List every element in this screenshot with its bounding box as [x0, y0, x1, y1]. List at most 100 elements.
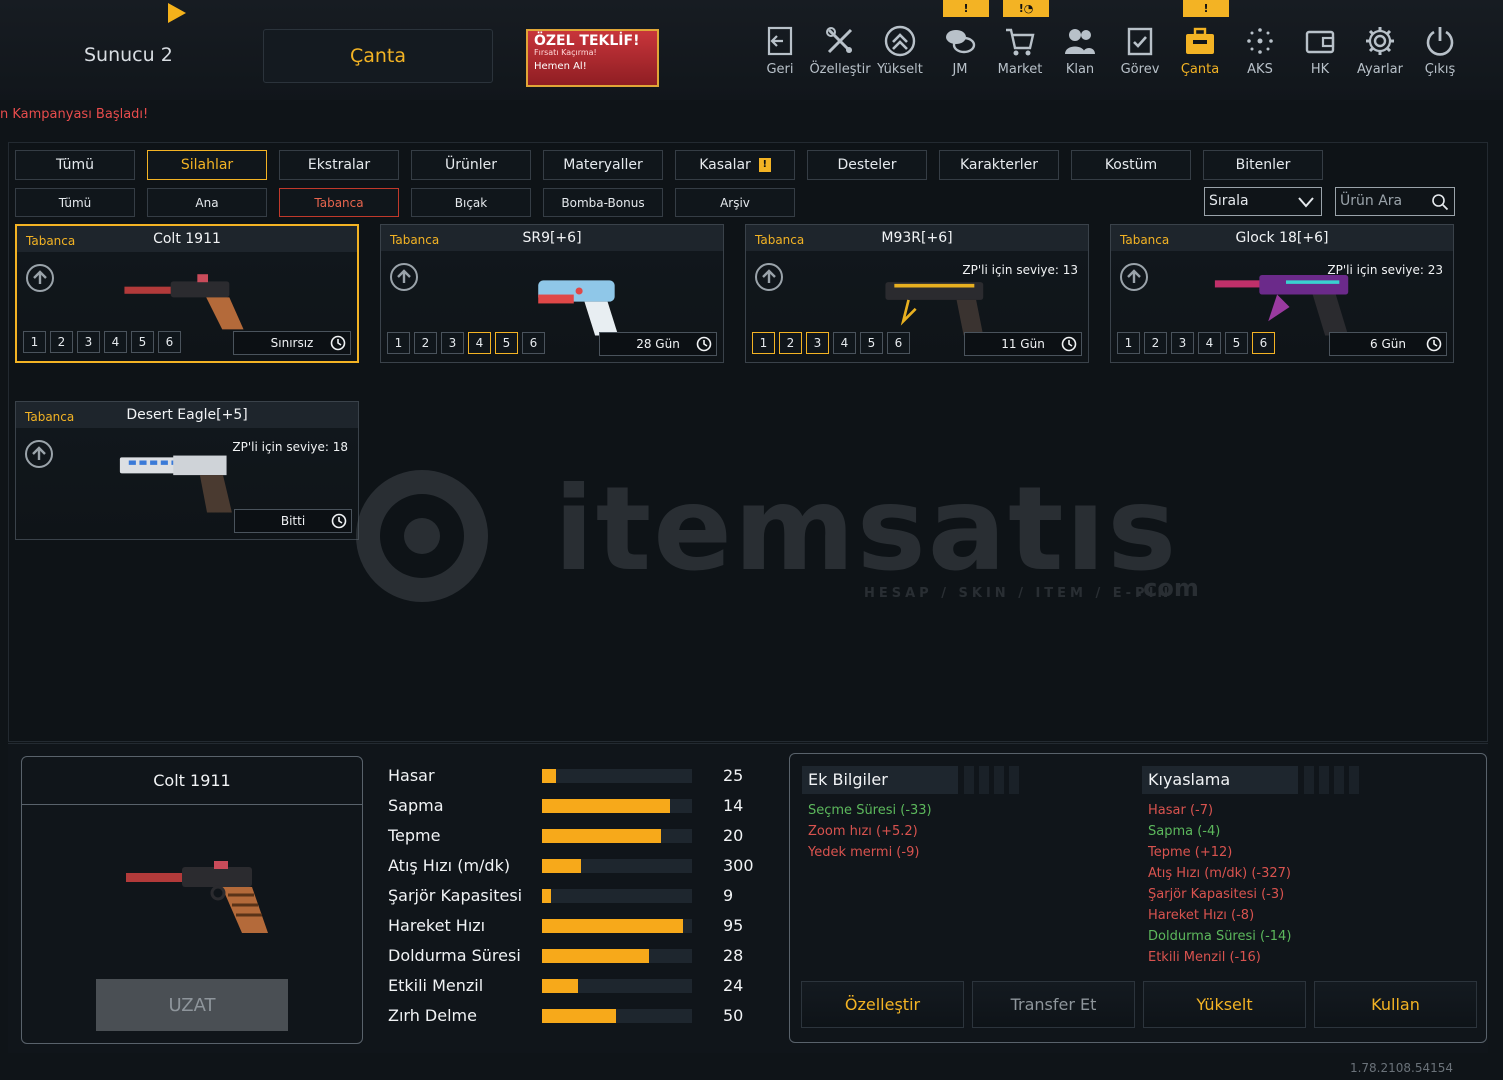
special-offer-banner[interactable]: ÖZEL TEKLİF! Fırsatı Kaçırma! Hemen Al!	[526, 29, 659, 87]
compare-line: Hareket Hızı (-8)	[1148, 908, 1255, 923]
nav-label: Çanta	[1180, 62, 1220, 77]
nav-power[interactable]: Çıkış	[1410, 24, 1470, 84]
watermark: itemsatıs HESAP / SKIN / ITEM / E-PIN .c…	[316, 462, 1199, 610]
duration-label: Bitti	[280, 514, 306, 528]
nav-aks[interactable]: AKS	[1230, 24, 1290, 84]
nav-label: Özelleştir	[809, 62, 871, 77]
stat-label: Şarjör Kapasitesi	[388, 886, 523, 905]
clock-icon	[1426, 336, 1442, 352]
item-card[interactable]: Tabanca M93R[+6] ZP'li için seviye: 13 1 2 3 4…	[745, 224, 1089, 363]
stat-bar-fill	[542, 799, 670, 813]
nav-bag[interactable]: Çanta	[1170, 24, 1230, 84]
item-card[interactable]: Tabanca Desert Eagle[+5] ZP'li için seviye…	[15, 401, 359, 540]
nav-label: JM	[952, 62, 968, 77]
nav-cart[interactable]: Market	[990, 24, 1050, 84]
nav-coins[interactable]: JM	[930, 24, 990, 84]
cart-icon	[1006, 28, 1035, 56]
alert-icon: !	[758, 158, 771, 172]
compare-line: Sapma (-4)	[1148, 824, 1221, 839]
upgrade-arrow-icon	[397, 269, 411, 283]
nav-back[interactable]: Geri	[750, 24, 810, 84]
tab-karakterler[interactable]: Karakterler	[939, 150, 1059, 180]
upgrade-arrow-icon	[1127, 269, 1141, 283]
tab-kasalar[interactable]: Kasalar!	[675, 150, 795, 180]
nav-upgrade[interactable]: Yükselt	[870, 24, 930, 84]
subtab-ana[interactable]: Ana	[147, 188, 267, 217]
sort-label: Sırala	[1209, 193, 1249, 209]
upgrade-slots: 123456	[752, 332, 910, 354]
extra-info-line: Zoom hızı (+5.2)	[808, 824, 918, 839]
search-placeholder: Ürün Ara	[1340, 193, 1403, 209]
nav-label: HK	[1310, 62, 1330, 77]
upgrade-arrow-icon	[762, 269, 776, 283]
extend-button[interactable]: UZAT	[96, 979, 288, 1031]
tab-ekstralar[interactable]: Ekstralar	[279, 150, 399, 180]
subtab-arşiv[interactable]: Arşiv	[675, 188, 795, 217]
subtab-bomba-bonus[interactable]: Bomba-Bonus	[543, 188, 663, 217]
upgrade-slot: 5	[495, 332, 518, 354]
tab-silahlar[interactable]: Silahlar	[147, 150, 267, 180]
item-card[interactable]: Tabanca SR9[+6] 1 2 3 4 5 6 28 Gün	[380, 224, 724, 363]
upgrade-slot: 5	[1225, 332, 1248, 354]
card-upgrade-button[interactable]	[755, 263, 783, 291]
card-upgrade-button[interactable]	[390, 263, 418, 291]
tab-label: Kasalar	[699, 157, 751, 173]
tab-label: Kostüm	[1104, 157, 1158, 173]
card-upgrade-button[interactable]	[25, 440, 53, 468]
tab-label: Silahlar	[180, 157, 234, 173]
stat-label: Hareket Hızı	[388, 916, 486, 935]
offer-cta[interactable]: Hemen Al!	[534, 61, 651, 72]
sort-dropdown[interactable]: Sırala	[1204, 187, 1322, 216]
item-name: Desert Eagle[+5]	[126, 407, 248, 423]
tab-bitenler[interactable]: Bitenler	[1203, 150, 1323, 180]
tab-label: Tümü	[55, 157, 94, 173]
nav-wallet[interactable]: HK	[1290, 24, 1350, 84]
tab-kostüm[interactable]: Kostüm	[1071, 150, 1191, 180]
duration-label: 6 Gün	[1370, 337, 1406, 351]
tab-materyaller[interactable]: Materyaller	[543, 150, 663, 180]
upgrade-slot: 1	[1117, 332, 1140, 354]
subtab-bıçak[interactable]: Bıçak	[411, 188, 531, 217]
nav-clan[interactable]: Klan	[1050, 24, 1110, 84]
upgrade-slot: 1	[23, 331, 46, 353]
subtab-tümü[interactable]: Tümü	[15, 188, 135, 217]
upgrade-slot: 2	[50, 331, 73, 353]
tab-desteler[interactable]: Desteler	[807, 150, 927, 180]
action-button-1[interactable]: Transfer Et	[972, 981, 1135, 1028]
stat-bar	[542, 979, 692, 993]
tab-label: Karakterler	[959, 157, 1039, 173]
nav-tools[interactable]: Özelleştir	[809, 24, 871, 84]
upgrade-icon	[884, 25, 916, 57]
tab-tümü[interactable]: Tümü	[15, 150, 135, 180]
stat-label: Hasar	[388, 766, 435, 785]
upgrade-slot: 1	[387, 332, 410, 354]
search-input[interactable]: Ürün Ara	[1335, 187, 1455, 216]
card-upgrade-button[interactable]	[1120, 263, 1148, 291]
nav-label: Market	[997, 62, 1043, 77]
stat-bar-fill	[542, 949, 649, 963]
tab-ürünler[interactable]: Ürünler	[411, 150, 531, 180]
stat-label: Sapma	[388, 796, 444, 815]
subtab-tabanca[interactable]: Tabanca	[279, 188, 399, 217]
action-button-0[interactable]: Özelleştir	[801, 981, 964, 1028]
nav-gear[interactable]: Ayarlar	[1350, 24, 1410, 84]
nav-label: Çıkış	[1424, 62, 1456, 77]
item-duration: 28 Gün	[599, 332, 717, 356]
action-button-3[interactable]: Kullan	[1314, 981, 1477, 1028]
weapon-image	[885, 282, 984, 336]
action-button-2[interactable]: Yükselt	[1143, 981, 1306, 1028]
item-card[interactable]: Tabanca Glock 18[+6] ZP'li için seviye: 23…	[1110, 224, 1454, 363]
nav-mission[interactable]: Görev	[1110, 24, 1170, 84]
item-card[interactable]: Tabanca Colt 1911 1 2 3 4 5 6 Sınırsız	[15, 224, 359, 363]
power-icon	[1426, 27, 1454, 56]
watermark-domain: .com	[1134, 574, 1199, 602]
stat-bar-fill	[542, 1009, 616, 1023]
item-name: M93R[+6]	[881, 230, 953, 246]
stat-bar	[542, 889, 692, 903]
card-upgrade-button[interactable]	[26, 264, 54, 292]
search-icon[interactable]	[1431, 193, 1449, 211]
compare-line: Etkili Menzil (-16)	[1148, 950, 1261, 965]
upgrade-slot: 6	[887, 332, 910, 354]
weapon-image	[119, 455, 232, 513]
stat-value: 300	[723, 856, 754, 875]
